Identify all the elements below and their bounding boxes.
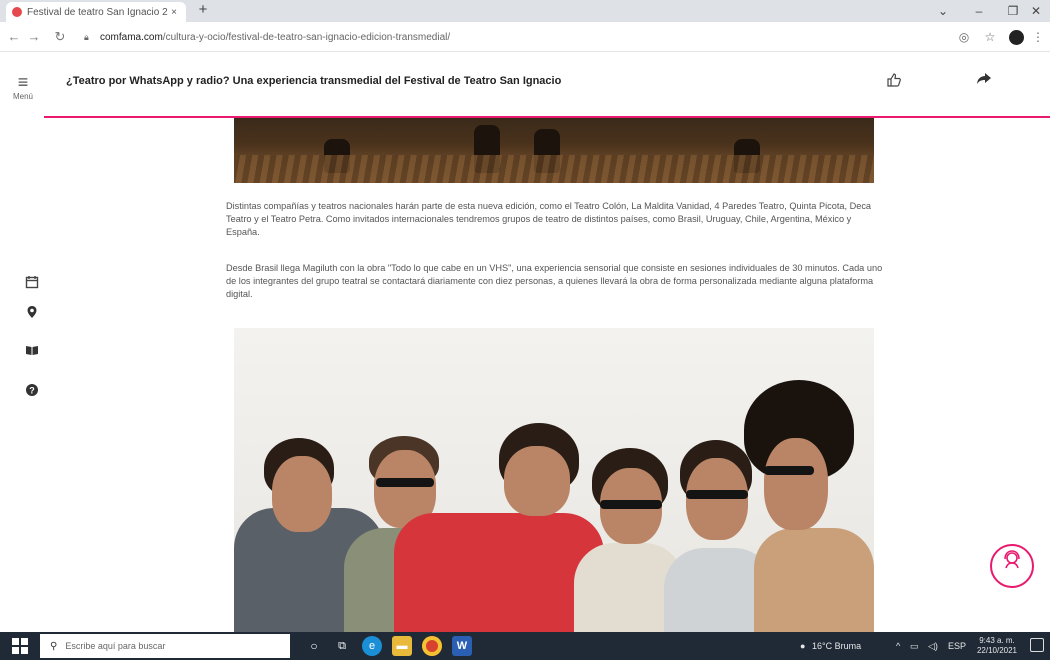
svg-text:?: ? <box>29 386 35 396</box>
stage-photo <box>234 118 874 183</box>
magiluth-group-photo <box>234 328 874 633</box>
site-favicon-icon <box>12 7 22 17</box>
help-circle-icon[interactable]: ? <box>22 382 42 402</box>
headset-icon <box>1004 550 1020 569</box>
taskbar-search-placeholder: Escribe aquí para buscar <box>65 641 166 651</box>
minimize-button[interactable]: – <box>962 2 996 20</box>
hamburger-icon: ≡ <box>17 72 29 92</box>
word-icon[interactable]: W <box>452 636 472 656</box>
task-view-icon[interactable]: ⧉ <box>332 636 352 656</box>
calendar-icon[interactable] <box>22 274 42 294</box>
start-button[interactable] <box>12 638 28 654</box>
tab-search-icon[interactable]: ⌄ <box>926 2 960 20</box>
taskbar-search[interactable]: ⚲ Escribe aquí para buscar <box>40 634 290 658</box>
reload-icon[interactable]: ↻ <box>52 29 68 45</box>
bookmark-star-icon[interactable]: ☆ <box>982 29 998 45</box>
location-pin-icon[interactable] <box>22 304 42 324</box>
cortana-icon[interactable]: ○ <box>304 636 324 656</box>
network-icon[interactable]: ▭ <box>910 632 919 660</box>
keyboard-language[interactable]: ESP <box>948 632 966 660</box>
notification-center-icon[interactable] <box>1030 638 1044 652</box>
search-icon: ⚲ <box>50 640 58 652</box>
browser-tab[interactable]: Festival de teatro San Ignacio 2 × <box>6 2 186 22</box>
back-arrow-icon[interactable]: ← <box>6 29 22 45</box>
support-chat-button[interactable] <box>990 544 1034 588</box>
url-domain: comfama.com <box>100 31 163 43</box>
file-explorer-icon[interactable]: ▬ <box>392 636 412 656</box>
clock-time: 9:43 a. m. <box>979 636 1015 645</box>
stage-floor <box>234 155 874 183</box>
address-bar[interactable]: 🔒︎ comfama.com /cultura-y-ocio/festival-… <box>84 27 934 47</box>
new-tab-button[interactable]: + <box>194 2 212 20</box>
volume-icon[interactable]: ◁) <box>928 632 938 660</box>
system-clock[interactable]: 9:43 a. m. 22/10/2021 <box>968 636 1026 656</box>
clock-date: 22/10/2021 <box>976 646 1018 655</box>
forward-arrow-icon[interactable]: → <box>26 29 42 45</box>
windows-taskbar: ⚲ Escribe aquí para buscar ○ ⧉ e ▬ W ● 1… <box>0 632 1050 660</box>
page-title: ¿Teatro por WhatsApp y radio? Una experi… <box>66 75 562 87</box>
tab-title: Festival de teatro San Ignacio 2 <box>27 6 168 18</box>
url-path: /cultura-y-ocio/festival-de-teatro-san-i… <box>162 31 451 43</box>
left-rail: ≡ Menú ? <box>0 52 44 632</box>
weather-icon[interactable]: ● <box>800 632 805 660</box>
tray-chevron-icon[interactable]: ^ <box>896 632 900 660</box>
edge-browser-icon[interactable]: e <box>362 636 382 656</box>
profile-avatar[interactable] <box>1009 30 1024 45</box>
menu-button[interactable]: ≡ Menú <box>8 72 38 101</box>
book-icon[interactable] <box>22 342 42 362</box>
article-header: ¿Teatro por WhatsApp y radio? Una experi… <box>44 52 1050 118</box>
lock-icon: 🔒︎ <box>84 31 89 42</box>
chrome-browser-icon[interactable] <box>422 636 442 656</box>
tab-close-icon[interactable]: × <box>168 7 180 18</box>
browser-menu-icon[interactable]: ⋮ <box>1030 29 1046 45</box>
share-arrow-icon[interactable] <box>974 70 994 90</box>
like-thumbs-up-icon[interactable] <box>884 72 904 92</box>
menu-label: Menú <box>12 92 33 101</box>
article-paragraph: Distintas compañías y teatros nacionales… <box>226 201 872 237</box>
close-window-button[interactable]: ✕ <box>1022 2 1050 20</box>
article-paragraph: Desde Brasil llega Magiluth con la obra … <box>226 263 883 299</box>
weather-status[interactable]: 16°C Bruma <box>812 632 861 660</box>
google-lens-icon[interactable]: ◎ <box>956 29 972 45</box>
browser-toolbar: ← → ↻ 🔒︎ comfama.com /cultura-y-ocio/fes… <box>0 22 1050 52</box>
browser-tab-strip: Festival de teatro San Ignacio 2 × + ⌄ –… <box>0 0 1050 22</box>
